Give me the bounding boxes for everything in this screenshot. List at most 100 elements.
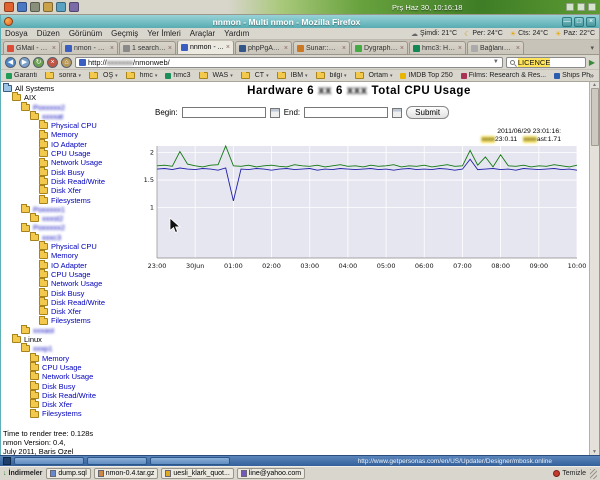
tab-close-icon[interactable]: ×	[110, 45, 114, 52]
chevron-down-icon[interactable]: ▼	[493, 59, 499, 65]
tree-item-host[interactable]: Poxxxxx1	[1, 204, 129, 214]
browser-tab[interactable]: Dygraphs... ×	[351, 41, 408, 54]
tree-item-metric[interactable]: Physical CPU	[1, 241, 129, 251]
reload-button[interactable]: ↻	[33, 56, 44, 68]
tree-item-metric[interactable]: CPU Usage	[1, 362, 129, 372]
bookmark-item[interactable]: WAS ▾	[198, 72, 233, 79]
calendar-icon[interactable]	[269, 107, 280, 118]
search-box[interactable]: LICENCE	[505, 56, 586, 68]
tree-item-metric[interactable]: Disk Busy	[1, 166, 129, 177]
panel-launcher-icon[interactable]	[17, 2, 27, 12]
panel-launcher-icon[interactable]	[56, 2, 66, 12]
tree-item-metric[interactable]: Disk Read/Write	[1, 389, 129, 400]
panel-launcher-terminal-icon[interactable]	[30, 2, 40, 12]
browser-tab[interactable]: Bağlanıyor...×	[467, 41, 524, 54]
tab-close-icon[interactable]: ×	[516, 45, 520, 52]
stop-button[interactable]: ×	[47, 56, 58, 68]
bookmark-item[interactable]: Films: Research & Res...	[460, 72, 546, 79]
tree-item-metric[interactable]: Filesystems	[1, 408, 129, 418]
tree-item-metric[interactable]: Network Usage	[1, 278, 129, 288]
download-item[interactable]: nmon-0.4.tar.gz	[93, 468, 159, 479]
tree-item-metric[interactable]: Memory	[1, 352, 129, 363]
browser-tab[interactable]: nmon - M... ×	[61, 41, 118, 54]
tree-item-metric[interactable]: Disk Xfer	[1, 306, 129, 316]
panel-launcher-icon[interactable]	[69, 2, 79, 12]
scrollbar-thumb[interactable]	[590, 88, 599, 146]
tree-item-metric[interactable]: Disk Xfer	[1, 399, 129, 409]
tree-item-metric[interactable]: Disk Busy	[1, 380, 129, 391]
tab-close-icon[interactable]: ×	[284, 45, 288, 52]
window-maximize-button[interactable]: □	[574, 16, 584, 27]
tree-item-host[interactable]: Poxxxxx2	[1, 222, 129, 232]
tree-item-host[interactable]: Poxxxxx2	[1, 101, 129, 112]
home-button[interactable]: ⌂	[61, 56, 72, 68]
tree-item-metric[interactable]: Network Usage	[1, 371, 129, 381]
clear-downloads-button[interactable]: Temizle	[553, 470, 586, 477]
weather-forecast-item[interactable]: ☾ Per: 24°C	[464, 30, 503, 38]
bookmark-item[interactable]: Garanti	[6, 72, 37, 79]
tree-item-metric[interactable]: CPU Usage	[1, 148, 129, 158]
taskbar-window-button[interactable]	[87, 457, 147, 465]
tree-item-metric[interactable]: Network Usage	[1, 157, 129, 167]
tab-close-icon[interactable]: ×	[168, 45, 172, 52]
tree-item-metric[interactable]: Disk Read/Write	[1, 296, 129, 307]
browser-tab[interactable]: Sunar::DÖ...×	[293, 41, 350, 54]
weather-forecast-item[interactable]: ☀ Paz: 22°C	[555, 30, 595, 38]
vertical-scrollbar[interactable]: ▲ ▼	[589, 82, 599, 455]
forward-button[interactable]: ▶	[19, 56, 30, 68]
menubar-item[interactable]: Geçmiş	[111, 29, 138, 38]
submit-button[interactable]: Submit	[406, 106, 450, 119]
taskbar-menu-icon[interactable]	[3, 457, 11, 465]
downloads-label[interactable]: ↓ İndirmeler	[3, 470, 42, 477]
go-button[interactable]: ▶	[589, 58, 595, 67]
scroll-down-icon[interactable]: ▼	[592, 449, 597, 455]
systray-icon[interactable]	[588, 3, 596, 11]
weather-forecast-item[interactable]: ☁ Şimdi: 21°C	[411, 30, 457, 38]
tree-item-host[interactable]: xxxc3	[1, 231, 129, 242]
tree-item-metric[interactable]: Memory	[1, 129, 129, 139]
url-bar[interactable]: http://xxxxxxx/nmonweb/ ▼	[75, 56, 503, 68]
bookmark-item[interactable]: ÖŞ ▾	[89, 72, 118, 79]
bookmark-item[interactable]: hmc3	[165, 72, 191, 79]
tree-item-metric[interactable]: CPU Usage	[1, 269, 129, 279]
list-all-tabs-icon[interactable]: ▾	[587, 44, 597, 52]
weather-forecast-item[interactable]: ☀ Cts: 24°C	[510, 30, 548, 38]
bookmark-item[interactable]: sonra ▾	[44, 72, 81, 79]
menubar-item[interactable]: Yardım	[224, 29, 249, 38]
tab-close-icon[interactable]: ×	[226, 44, 230, 51]
bookmark-item[interactable]: bilgi ▾	[315, 72, 347, 79]
tab-close-icon[interactable]: ×	[342, 45, 346, 52]
download-item[interactable]: uesli_klark_quot...	[161, 468, 234, 479]
end-date-input[interactable]	[304, 107, 389, 118]
tab-close-icon[interactable]: ×	[52, 45, 56, 52]
bookmark-item[interactable]: CT ▾	[240, 72, 269, 79]
systray-icon[interactable]	[577, 3, 585, 11]
menubar-item[interactable]: Araçlar	[190, 29, 215, 38]
download-item[interactable]: dump.sql	[46, 468, 91, 479]
panel-launcher-firefox-icon[interactable]	[4, 2, 14, 12]
tree-item-metric[interactable]: IO Adapter	[1, 138, 129, 149]
tree-item-host[interactable]: xxxxat	[1, 111, 129, 121]
systray-icon[interactable]	[566, 3, 574, 11]
window-close-button[interactable]: ×	[586, 16, 596, 27]
tree-item-host[interactable]: xxxp1	[1, 343, 129, 353]
download-item[interactable]: line@yahoo.com	[236, 468, 306, 479]
browser-tab[interactable]: nnmon - ... ×	[177, 41, 234, 54]
browser-tab[interactable]: 1 search r... ×	[119, 41, 176, 54]
tree-item-host[interactable]: xxxast	[1, 324, 129, 335]
taskbar-window-button[interactable]	[150, 457, 230, 465]
tree-item-metric[interactable]: Memory	[1, 250, 129, 260]
menubar-item[interactable]: Yer İmleri	[147, 29, 181, 38]
taskbar-window-button[interactable]	[14, 457, 84, 465]
bookmark-item[interactable]: IBM ▾	[276, 72, 308, 79]
window-minimize-button[interactable]: —	[562, 16, 572, 27]
panel-launcher-icon[interactable]	[43, 2, 53, 12]
panel-clock[interactable]: Prş Haz 30, 10:16:18	[392, 3, 462, 12]
tree-item-metric[interactable]: IO Adapter	[1, 259, 129, 270]
resize-grip[interactable]	[590, 468, 597, 479]
bookmarks-overflow-icon[interactable]: »	[590, 71, 594, 80]
calendar-icon[interactable]	[392, 107, 403, 118]
bookmark-item[interactable]: Ships Photos at Mari...	[554, 72, 590, 79]
tree-item-metric[interactable]: Disk Busy	[1, 287, 129, 298]
bookmark-item[interactable]: IMDB Top 250	[400, 72, 453, 79]
